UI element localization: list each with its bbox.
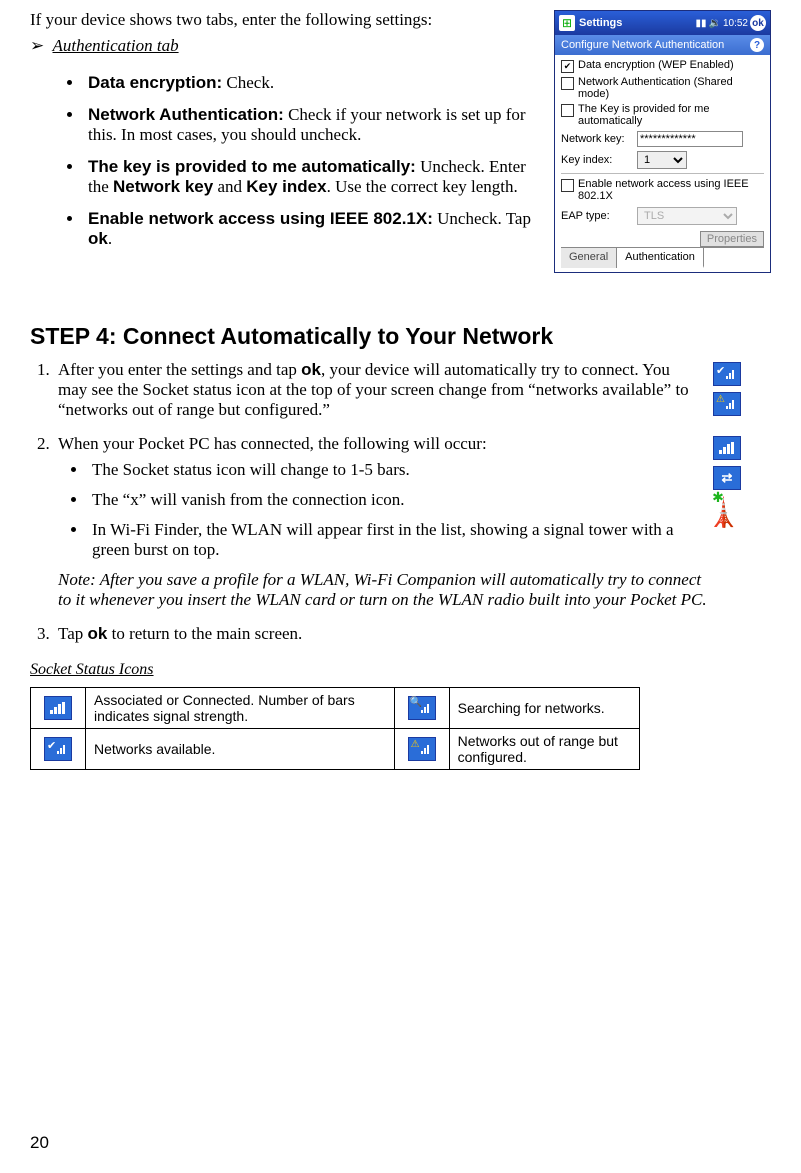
checkbox-data-encryption[interactable]: ✔Data encryption (WEP Enabled) xyxy=(561,59,764,73)
b3-text-d: Key index xyxy=(246,177,326,196)
b2-label: Network Authentication: xyxy=(88,105,284,124)
icon-available xyxy=(31,728,86,769)
signal-icon: ▮▮ xyxy=(696,18,707,29)
tab-authentication[interactable]: Authentication xyxy=(617,248,704,268)
key-index-select[interactable]: 1 xyxy=(637,151,687,169)
li2-intro: When your Pocket PC has connected, the f… xyxy=(58,434,487,453)
cb3-label: The Key is provided for me automatically xyxy=(578,103,764,127)
cb4-label: Enable network access using IEEE 802.1X xyxy=(578,178,764,202)
b4-text-c: . xyxy=(108,229,112,248)
divider xyxy=(561,173,764,174)
li3-a: Tap xyxy=(58,624,88,643)
pocket-pc-screenshot: ⊞ Settings ▮▮ 🔉 10:52 ok Configure Netwo… xyxy=(554,10,771,273)
b1-text: Check. xyxy=(222,73,274,92)
cb1-label: Data encryption (WEP Enabled) xyxy=(578,59,734,71)
checkbox-network-auth[interactable]: Network Authentication (Shared mode) xyxy=(561,76,764,100)
step4-item-2: ⇄ 🗼✱ When your Pocket PC has connected, … xyxy=(54,434,771,610)
tab-general[interactable]: General xyxy=(561,248,617,268)
socket-status-icons-table: Associated or Connected. Number of bars … xyxy=(30,687,640,770)
network-key-input[interactable] xyxy=(637,131,743,147)
ppc-topbar: ⊞ Settings ▮▮ 🔉 10:52 ok xyxy=(555,11,770,35)
li2-b1: The Socket status icon will change to 1-… xyxy=(88,460,718,480)
b1-label: Data encryption: xyxy=(88,73,222,92)
windows-flag-icon: ⊞ xyxy=(559,15,575,31)
b3-text-e: . Use the correct key length. xyxy=(327,177,518,196)
page-number: 20 xyxy=(30,1133,49,1153)
networks-out-of-range-icon xyxy=(713,392,741,416)
eap-label: EAP type: xyxy=(561,210,631,222)
desc-searching: Searching for networks. xyxy=(449,687,639,728)
ppc-body: ✔Data encryption (WEP Enabled) Network A… xyxy=(555,55,770,272)
step4-heading: STEP 4: Connect Automatically to Your Ne… xyxy=(30,323,771,350)
clock-text: 10:52 xyxy=(723,18,748,29)
table-row: Networks available. Networks out of rang… xyxy=(31,728,640,769)
step4-list: After you enter the settings and tap ok,… xyxy=(30,360,771,644)
connection-icon: ⇄ xyxy=(713,466,741,490)
ok-button[interactable]: ok xyxy=(750,15,766,31)
li1-a: After you enter the settings and tap xyxy=(58,360,301,379)
step4-note: Note: After you save a profile for a WLA… xyxy=(58,570,718,610)
li2-b3: In Wi-Fi Finder, the WLAN will appear fi… xyxy=(88,520,718,560)
b4-text-a: Uncheck. Tap xyxy=(433,209,531,228)
desc-available: Networks available. xyxy=(86,728,395,769)
li2-sublist: The Socket status icon will change to 1-… xyxy=(64,460,718,560)
eap-select: TLS xyxy=(637,207,737,225)
desc-out-of-range: Networks out of range but configured. xyxy=(449,728,639,769)
ppc-sub-title: Configure Network Authentication xyxy=(561,39,724,51)
auth-tab-label: Authentication tab xyxy=(53,36,179,55)
icon-out-of-range xyxy=(394,728,449,769)
icon-connected xyxy=(31,687,86,728)
ppc-top-title: Settings xyxy=(579,17,696,29)
key-index-label: Key index: xyxy=(561,154,631,166)
b4-label: Enable network access using IEEE 802.1X: xyxy=(88,209,433,228)
signal-bars-icon xyxy=(713,436,741,460)
li1-b: ok xyxy=(301,360,321,379)
ppc-subbar: Configure Network Authentication ? xyxy=(555,35,770,55)
li3-c: to return to the main screen. xyxy=(107,624,302,643)
network-key-row: Network key: xyxy=(561,131,764,147)
b3-label: The key is provided to me automatically: xyxy=(88,157,416,176)
network-key-label: Network key: xyxy=(561,133,631,145)
b4-text-b: ok xyxy=(88,229,108,248)
checkbox-key-auto[interactable]: The Key is provided for me automatically xyxy=(561,103,764,127)
table-row: Associated or Connected. Number of bars … xyxy=(31,687,640,728)
speaker-icon: 🔉 xyxy=(709,18,721,29)
b3-text-b: Network key xyxy=(113,177,213,196)
b3-text-c: and xyxy=(213,177,246,196)
li2-b2: The “x” will vanish from the connection … xyxy=(88,490,718,510)
step4-item-3: Tap ok to return to the main screen. xyxy=(54,624,771,644)
ppc-status-icons: ▮▮ 🔉 10:52 ok xyxy=(696,15,767,31)
key-index-row: Key index: 1 xyxy=(561,151,764,169)
networks-available-icon xyxy=(713,362,741,386)
icon-searching xyxy=(394,687,449,728)
properties-button: Properties xyxy=(700,231,764,247)
checkbox-ieee8021x[interactable]: Enable network access using IEEE 802.1X xyxy=(561,178,764,202)
ppc-tabs: General Authentication xyxy=(561,247,764,268)
signal-tower-icon: 🗼✱ xyxy=(706,496,741,530)
arrow-icon: ➢ xyxy=(30,36,44,55)
cb2-label: Network Authentication (Shared mode) xyxy=(578,76,764,100)
help-icon[interactable]: ? xyxy=(750,38,764,52)
icons-table-heading: Socket Status Icons xyxy=(30,661,771,679)
eap-row: EAP type: TLS xyxy=(561,207,764,225)
step4-item-1: After you enter the settings and tap ok,… xyxy=(54,360,771,420)
li3-b: ok xyxy=(88,624,108,643)
desc-connected: Associated or Connected. Number of bars … xyxy=(86,687,395,728)
